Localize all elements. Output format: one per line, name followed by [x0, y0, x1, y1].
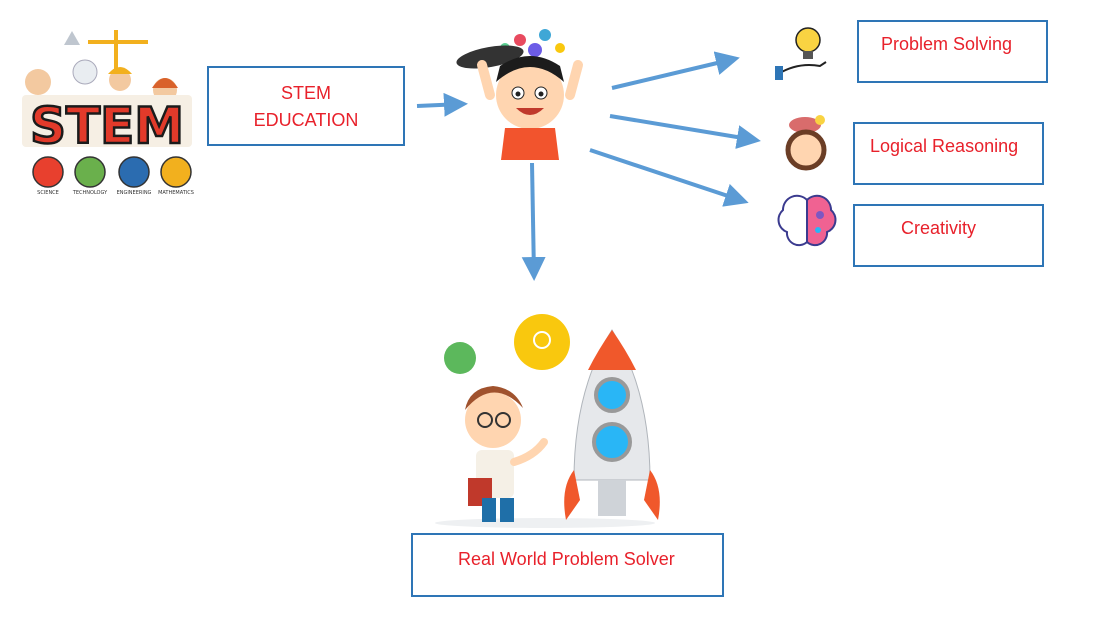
boy-ideas-illustration	[456, 29, 583, 160]
creativity-box: Creativity	[853, 204, 1044, 267]
real-world-problem-solver-label: Real World Problem Solver	[458, 549, 675, 569]
stem-subject-mathematics: MATHEMATICS	[158, 190, 194, 196]
boy-rocket-illustration	[435, 314, 660, 528]
lightbulb-hand-icon	[775, 27, 827, 80]
arrow-to-problem-solving	[611, 51, 740, 90]
stem-subject-science: SCIENCE	[37, 190, 59, 196]
problem-solving-label: Problem Solving	[881, 34, 1013, 54]
stem-logo-text: STEM	[30, 97, 184, 155]
stem-education-line2: EDUCATION	[253, 110, 359, 130]
arrow-stem-to-boy	[416, 92, 468, 117]
brain-icon	[777, 194, 837, 247]
stem-subject-engineering: ENGINEERING	[117, 190, 152, 196]
diagram-canvas: STEM SCIENCE TECHNOLOGY ENGINEERING MATH…	[22, 27, 837, 528]
stem-logo-illustration: STEM SCIENCE TECHNOLOGY ENGINEERING MATH…	[22, 30, 194, 196]
stem-subject-technology: TECHNOLOGY	[72, 190, 108, 196]
real-world-problem-solver-box: Real World Problem Solver	[411, 533, 724, 597]
logical-reasoning-label: Logical Reasoning	[870, 136, 1019, 156]
arrow-to-creativity	[589, 148, 749, 207]
thinking-girl-icon	[785, 115, 827, 171]
stem-education-line1: STEM	[280, 83, 331, 103]
stem-education-box: STEM EDUCATION	[207, 66, 405, 146]
arrow-to-logical-reasoning	[609, 114, 761, 149]
problem-solving-box: Problem Solving	[857, 20, 1048, 83]
connector-arrows	[416, 51, 761, 281]
logical-reasoning-box: Logical Reasoning	[853, 122, 1044, 185]
arrow-to-real-world	[521, 162, 546, 281]
creativity-label: Creativity	[901, 218, 977, 238]
